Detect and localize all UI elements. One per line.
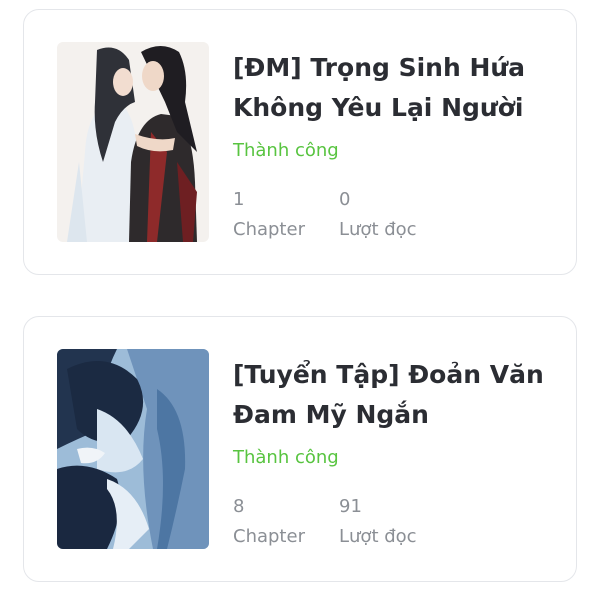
status-badge: Thành công — [233, 447, 339, 468]
chapter-count-value: 8 — [233, 496, 245, 517]
view-count: 91 Lượt đọc — [339, 492, 417, 552]
chapter-count-label: Chapter — [233, 219, 305, 240]
view-count: 0 Lượt đọc — [339, 185, 417, 245]
story-title[interactable]: [Tuyển Tập] Đoản Văn Đam Mỹ Ngắn — [233, 355, 558, 435]
status-badge: Thành công — [233, 140, 339, 161]
chapter-count: 1 Chapter — [233, 185, 305, 245]
story-card[interactable]: [Tuyển Tập] Đoản Văn Đam Mỹ Ngắn Thành c… — [23, 316, 577, 582]
view-count-value: 91 — [339, 496, 362, 517]
view-count-label: Lượt đọc — [339, 219, 417, 240]
story-title[interactable]: [ĐM] Trọng Sinh Hứa Không Yêu Lại Người — [233, 48, 558, 128]
chapter-count-value: 1 — [233, 189, 245, 210]
chapter-count-label: Chapter — [233, 526, 305, 547]
story-list: [ĐM] Trọng Sinh Hứa Không Yêu Lại Người … — [0, 0, 600, 600]
story-card[interactable]: [ĐM] Trọng Sinh Hứa Không Yêu Lại Người … — [23, 9, 577, 275]
view-count-value: 0 — [339, 189, 351, 210]
story-cover-image[interactable] — [57, 349, 209, 549]
view-count-label: Lượt đọc — [339, 526, 417, 547]
story-cover-image[interactable] — [57, 42, 209, 242]
chapter-count: 8 Chapter — [233, 492, 305, 552]
